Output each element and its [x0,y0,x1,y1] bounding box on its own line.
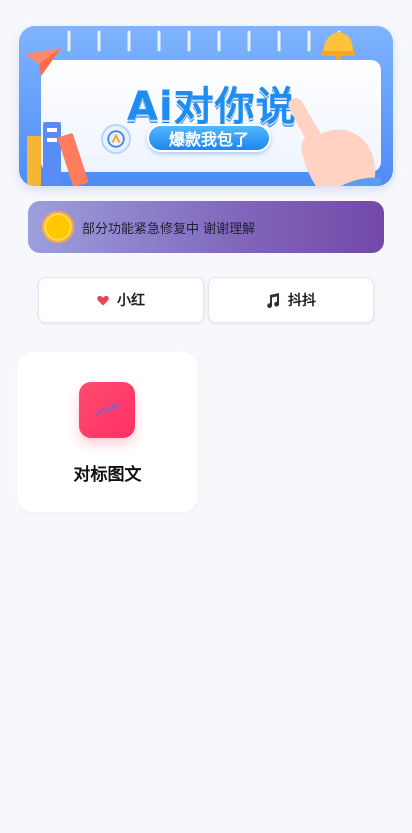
app-page: Ai对你说 爆款我包了 部分功能紧急修复中 谢谢理解 小红 抖抖 对标图文 [0,0,412,833]
tab-xiaohong[interactable]: 小红 [38,277,204,323]
notebook-rings-icon [67,30,341,52]
books-icon [27,122,89,186]
tab-doudou[interactable]: 抖抖 [208,277,374,323]
pointing-hand-icon [288,98,381,186]
music-note-icon [266,292,280,308]
sun-icon [42,211,74,243]
paper-plane-icon [25,48,61,76]
tool-card-label: 对标图文 [73,465,142,485]
notice-text: 部分功能紧急修复中 谢谢理解 [82,221,256,237]
compass-icon [101,124,131,154]
promo-banner[interactable]: Ai对你说 爆款我包了 [19,26,393,186]
bell-icon [321,32,355,60]
banner-cta-button[interactable]: 爆款我包了 [147,124,271,152]
tool-card-benchmark[interactable]: 对标图文 [17,352,198,512]
tab-doudou-label: 抖抖 [288,293,316,309]
notice-bar: 部分功能紧急修复中 谢谢理解 [28,201,384,253]
tab-xiaohong-label: 小红 [117,293,145,309]
heart-icon [97,295,109,306]
trend-chart-icon [79,382,135,438]
